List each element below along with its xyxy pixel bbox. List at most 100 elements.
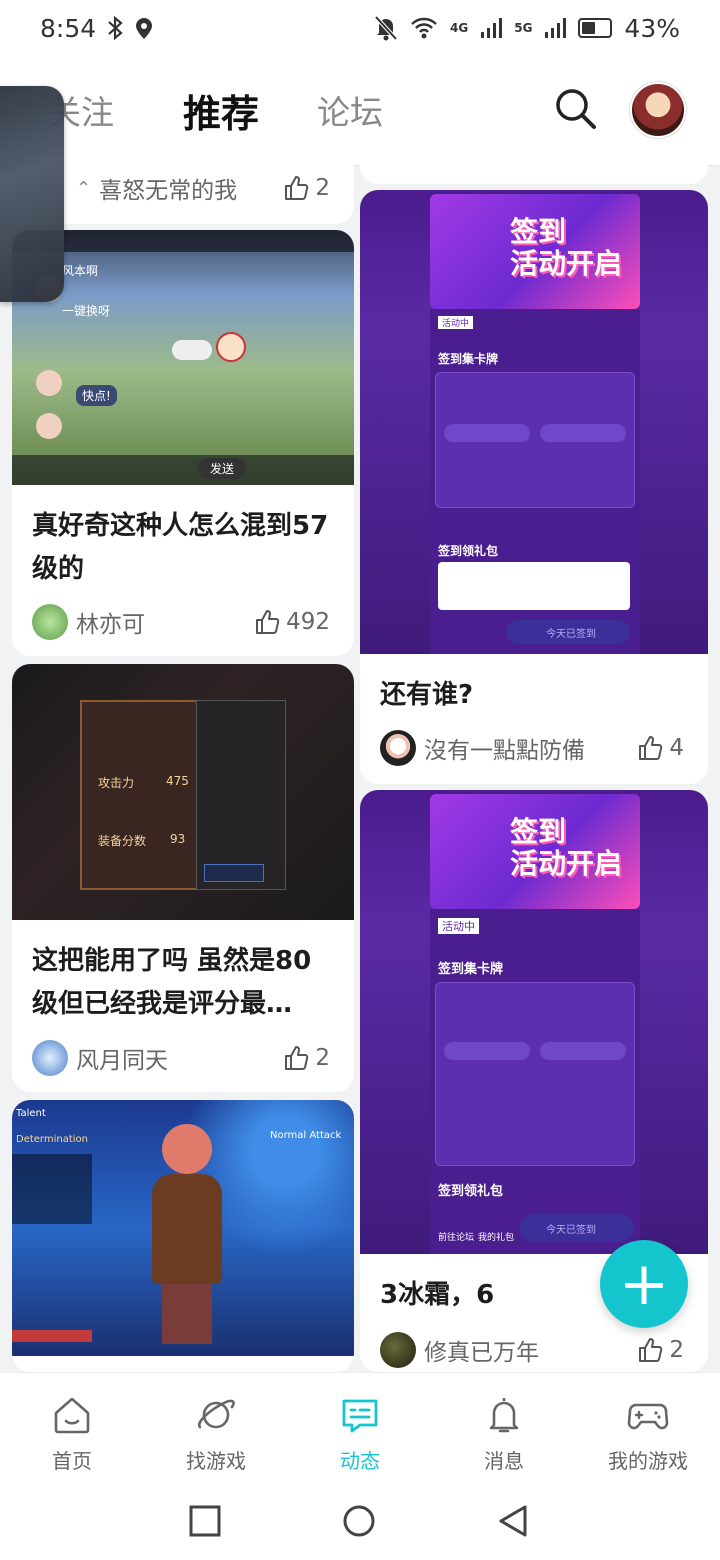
feed-icon xyxy=(342,1399,378,1433)
status-badge: 活动中 xyxy=(438,918,479,934)
like-button[interactable]: 2 xyxy=(637,1337,684,1363)
stat-label: 装备分数 xyxy=(98,834,147,848)
my-gift-link: 我的礼包 xyxy=(478,1233,515,1243)
hero-panel xyxy=(196,700,286,890)
bottom-navigation: 首页 找游戏 动态 消息 我的游戏 xyxy=(0,1372,720,1482)
stat-label: 攻击力 xyxy=(98,776,135,790)
back-icon[interactable] xyxy=(496,1504,530,1538)
feed-card[interactable]: 风本啊 一键换呀 快点! 发送 真好奇这种人怎么混到57级的 林亦可 492 xyxy=(12,230,354,656)
tab-recommend[interactable]: 推荐 xyxy=(183,83,259,138)
nav-home[interactable]: 首页 xyxy=(0,1373,144,1482)
tab-forum[interactable]: 论坛 xyxy=(317,86,383,134)
home-icon xyxy=(54,1397,90,1434)
chat-message: 风本啊 xyxy=(62,264,99,278)
like-button[interactable]: 492 xyxy=(254,609,330,635)
author-avatar[interactable] xyxy=(32,1040,68,1076)
promo-headline: 活动开启 xyxy=(510,847,623,880)
gift-item xyxy=(438,562,630,610)
talent-title: Determination xyxy=(16,1134,89,1145)
post-image: 攻击力 475 装备分数 93 xyxy=(12,664,354,920)
status-time: 8:54 xyxy=(40,13,97,43)
status-bar: 8:54 4G 5G 43% xyxy=(0,0,720,56)
status-badge: 活动中 xyxy=(438,316,474,329)
character-body xyxy=(152,1174,222,1284)
author-avatar[interactable] xyxy=(32,604,68,640)
card-meta: ⌃ 喜怒无常的我 2 xyxy=(32,168,330,208)
author-avatar[interactable] xyxy=(380,1332,416,1368)
character-hair xyxy=(162,1124,212,1174)
redeem-button xyxy=(444,424,530,442)
thumbs-up-icon xyxy=(639,736,663,760)
post-title[interactable]: 这把能用了吗 虽然是80级但已经我是评分最… xyxy=(32,940,334,1026)
skill-label: Normal Attack xyxy=(270,1130,342,1141)
bluetooth-icon xyxy=(108,16,123,40)
nav-discover-games[interactable]: 找游戏 xyxy=(144,1373,288,1482)
switch-button xyxy=(204,864,264,882)
planet-icon xyxy=(197,1399,235,1429)
item-tooltip xyxy=(80,700,198,890)
signal-5g-label: 5G xyxy=(514,21,533,35)
redeem-button xyxy=(540,424,626,442)
home-circle-icon[interactable] xyxy=(342,1504,376,1538)
create-post-button[interactable]: + xyxy=(600,1240,688,1328)
chat-avatar xyxy=(36,370,62,396)
nav-label: 首页 xyxy=(52,1449,92,1473)
app-screen: 8:54 4G 5G 43% 关注 推荐 论坛 ⌃ 喜怒无常的我 2 风本啊 一… xyxy=(0,0,720,1560)
mute-icon xyxy=(374,15,398,41)
feed-card[interactable]: Talent Determination Normal Attack xyxy=(12,1100,354,1372)
system-navigation-bar xyxy=(0,1482,720,1560)
author-name[interactable]: 喜怒无常的我 xyxy=(99,171,283,205)
recent-apps-icon[interactable] xyxy=(188,1504,222,1538)
section-title: 签到集卡牌 xyxy=(438,352,499,366)
promo-headline: 活动开启 xyxy=(510,247,623,280)
nav-label: 动态 xyxy=(340,1449,380,1473)
author-name[interactable]: 风月同天 xyxy=(76,1041,283,1075)
chat-message: 快点! xyxy=(76,385,117,406)
post-image: 签到 活动开启 活动中 签到集卡牌 签到领礼包 今天已签到 xyxy=(360,190,708,654)
location-icon xyxy=(136,18,153,39)
stat-value: 475 xyxy=(166,774,189,788)
nav-messages[interactable]: 消息 xyxy=(432,1373,576,1482)
nav-feed[interactable]: 动态 xyxy=(288,1373,432,1482)
gamepad-icon xyxy=(627,1403,669,1430)
like-button[interactable]: 2 xyxy=(283,175,330,201)
like-count: 2 xyxy=(669,1337,684,1363)
user-avatar[interactable] xyxy=(630,82,686,138)
floating-window-thumbnail[interactable] xyxy=(0,86,64,302)
talent-description-box xyxy=(12,1154,92,1224)
signal-4g-label: 4G xyxy=(450,21,469,35)
nav-label: 消息 xyxy=(484,1449,524,1473)
forum-link: 前往论坛 xyxy=(438,1233,475,1243)
author-name[interactable]: 林亦可 xyxy=(76,605,254,639)
feed-card-partial[interactable] xyxy=(360,148,708,184)
author-name[interactable]: 修真已万年 xyxy=(424,1333,637,1367)
card-meta: 林亦可 492 xyxy=(32,602,330,642)
card-meta: 沒有一點點防備 4 xyxy=(380,728,684,768)
thumbs-up-icon xyxy=(285,176,309,200)
post-image: Talent Determination Normal Attack xyxy=(12,1100,354,1356)
speech-bubble xyxy=(172,340,212,360)
battery-percent: 43% xyxy=(624,13,680,43)
chevron-icon: ⌃ xyxy=(76,177,92,199)
author-avatar[interactable] xyxy=(380,730,416,766)
like-button[interactable]: 2 xyxy=(283,1045,330,1071)
chat-avatar xyxy=(36,413,62,439)
nav-my-games[interactable]: 我的游戏 xyxy=(576,1373,720,1482)
signal-bars-icon xyxy=(481,18,503,38)
search-icon[interactable] xyxy=(553,86,597,130)
thumbs-up-icon xyxy=(256,610,280,634)
redeem-button xyxy=(444,1042,530,1060)
post-title[interactable]: 真好奇这种人怎么混到57级的 xyxy=(32,505,334,591)
post-title[interactable]: 还有谁? xyxy=(380,674,688,717)
battery-icon xyxy=(578,18,613,38)
feed-card[interactable]: 签到 活动开启 活动中 签到集卡牌 签到领礼包 今天已签到 还有谁? 沒有一點點… xyxy=(360,190,708,784)
checked-in-label: 今天已签到 xyxy=(546,1225,596,1236)
promo-headline: 签到 xyxy=(510,815,567,848)
thumbs-up-icon xyxy=(639,1338,663,1362)
feed-card[interactable]: 攻击力 475 装备分数 93 这把能用了吗 虽然是80级但已经我是评分最… 风… xyxy=(12,664,354,1092)
nav-label: 我的游戏 xyxy=(608,1449,688,1473)
card-meta: 风月同天 2 xyxy=(32,1038,330,1078)
like-button[interactable]: 4 xyxy=(637,735,684,761)
redeem-button xyxy=(540,1042,626,1060)
author-name[interactable]: 沒有一點點防備 xyxy=(424,731,637,765)
